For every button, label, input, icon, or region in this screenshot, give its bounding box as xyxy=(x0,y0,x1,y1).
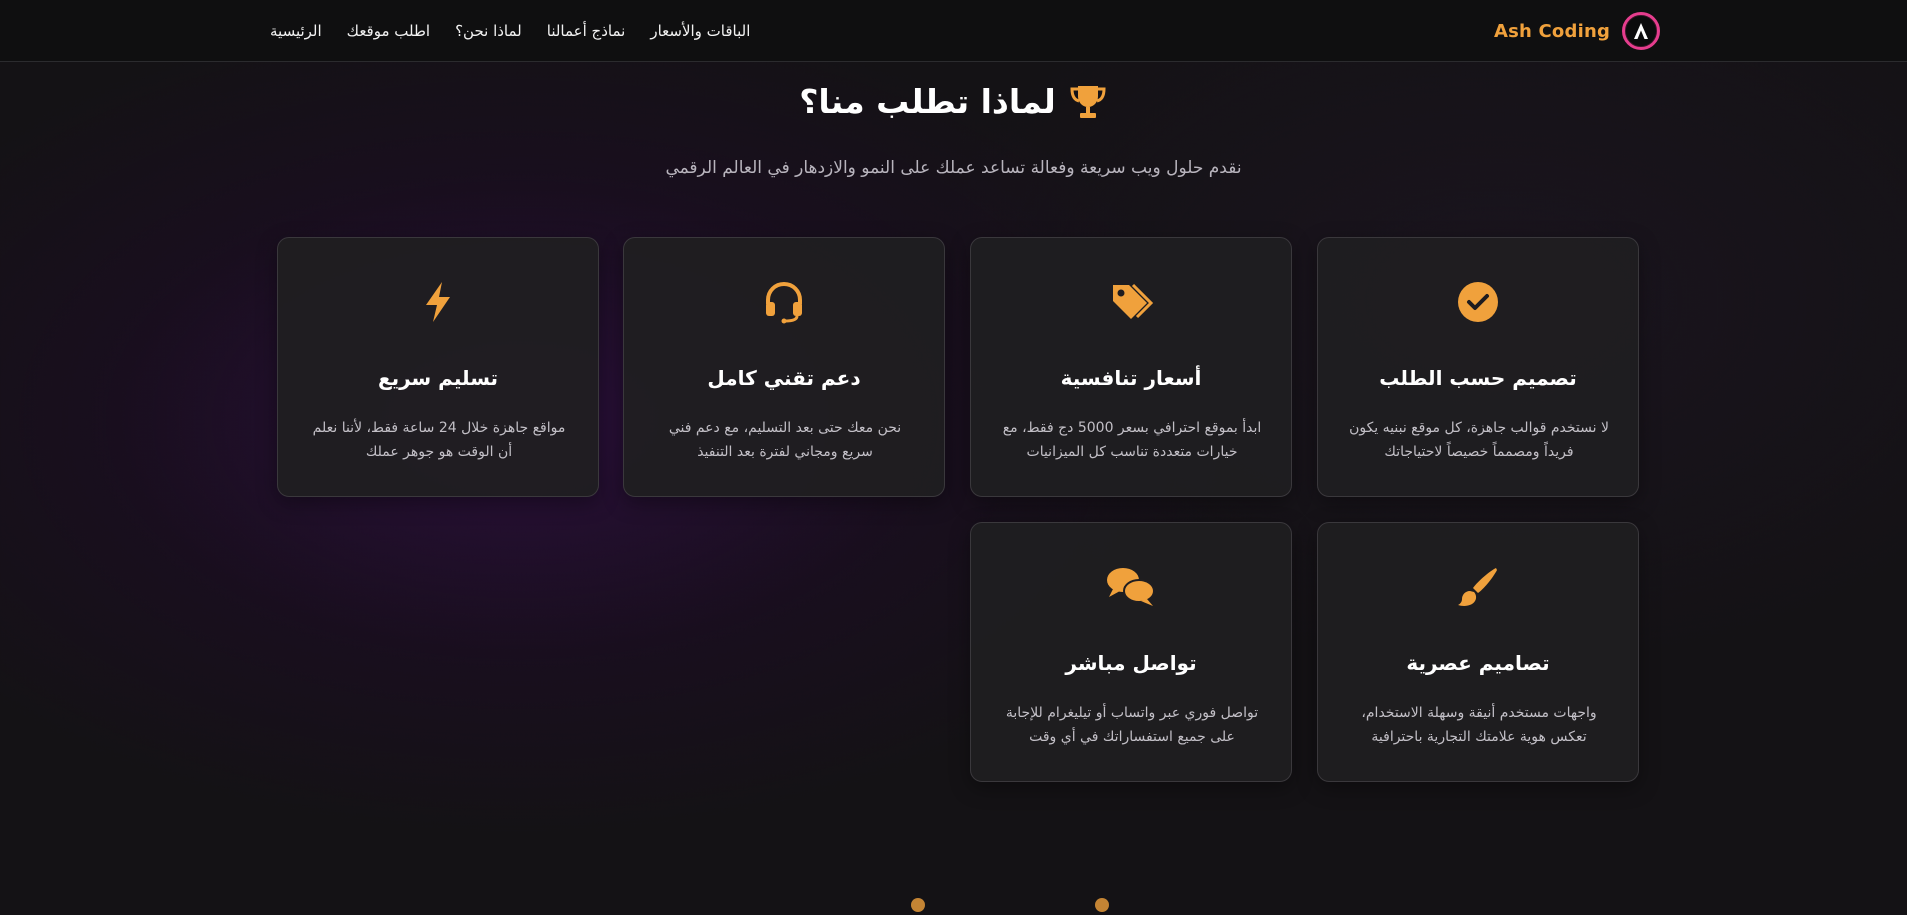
comments-icon xyxy=(1107,568,1155,606)
tags-icon xyxy=(1113,283,1153,319)
feature-title: تصاميم عصرية xyxy=(1406,651,1550,675)
next-section-peek xyxy=(880,898,1140,915)
feature-card-direct-contact: تواصل مباشر تواصل فوري عبر واتساب أو تيل… xyxy=(970,522,1292,782)
navbar: Ash Coding الرئيسية اطلب موقعك لماذا نحن… xyxy=(0,0,1907,62)
feature-title: أسعار تنافسية xyxy=(1060,366,1202,390)
headset-icon xyxy=(766,281,802,324)
feature-text: لا نستخدم قوالب جاهزة، كل موقع نبنيه يكو… xyxy=(1349,420,1609,460)
paintbrush-icon xyxy=(1458,568,1497,606)
logo-a-icon xyxy=(1634,23,1649,39)
nav-link-pricing[interactable]: الباقات والأسعار xyxy=(650,22,750,40)
feature-text: نحن معك حتى بعد التسليم، مع دعم فني سريع… xyxy=(668,420,902,460)
nav-link-why-us[interactable]: لماذا نحن؟ xyxy=(455,22,522,40)
section-title: لماذا تطلب منا؟ xyxy=(799,82,1056,121)
lightning-icon xyxy=(426,282,450,322)
nav-link-home[interactable]: الرئيسية xyxy=(270,22,322,40)
peek-decoration xyxy=(1095,898,1109,912)
brand-logo xyxy=(1622,12,1661,50)
section-header: لماذا تطلب منا؟ xyxy=(0,82,1907,121)
feature-card-support: دعم تقني كامل نحن معك حتى بعد التسليم، م… xyxy=(623,237,945,497)
feature-text: تواصل فوري عبر واتساب أو تيليغرام للإجاب… xyxy=(1005,705,1259,745)
brand[interactable]: Ash Coding xyxy=(1494,12,1661,50)
brand-name: Ash Coding xyxy=(1494,20,1611,42)
feature-card-pricing: أسعار تنافسية ابدأ بموقع احترافي بسعر 50… xyxy=(970,237,1292,497)
nav-link-portfolio[interactable]: نماذج أعمالنا xyxy=(547,22,626,40)
feature-text: ابدأ بموقع احترافي بسعر 5000 دج فقط، مع … xyxy=(1002,420,1262,460)
feature-text: واجهات مستخدم أنيقة وسهلة الاستخدام، تعك… xyxy=(1361,705,1597,745)
feature-card-modern-design: تصاميم عصرية واجهات مستخدم أنيقة وسهلة ا… xyxy=(1317,522,1639,782)
check-circle-icon xyxy=(1458,282,1498,322)
feature-title: تواصل مباشر xyxy=(1065,651,1197,675)
trophy-icon xyxy=(1070,85,1106,118)
feature-title: دعم تقني كامل xyxy=(707,366,861,390)
feature-card-fast-delivery: تسليم سريع مواقع جاهزة خلال 24 ساعة فقط،… xyxy=(277,237,599,497)
section-subtitle: نقدم حلول ويب سريعة وفعالة تساعد عملك عل… xyxy=(665,158,1242,178)
peek-decoration xyxy=(911,898,925,912)
nav-links: الرئيسية اطلب موقعك لماذا نحن؟ نماذج أعم… xyxy=(270,0,750,62)
feature-title: تصميم حسب الطلب xyxy=(1379,366,1577,390)
feature-card-custom-design: تصميم حسب الطلب لا نستخدم قوالب جاهزة، ك… xyxy=(1317,237,1639,497)
nav-link-order[interactable]: اطلب موقعك xyxy=(347,22,430,40)
feature-title: تسليم سريع xyxy=(377,366,499,390)
feature-text: مواقع جاهزة خلال 24 ساعة فقط، لأننا نعلم… xyxy=(312,420,566,460)
